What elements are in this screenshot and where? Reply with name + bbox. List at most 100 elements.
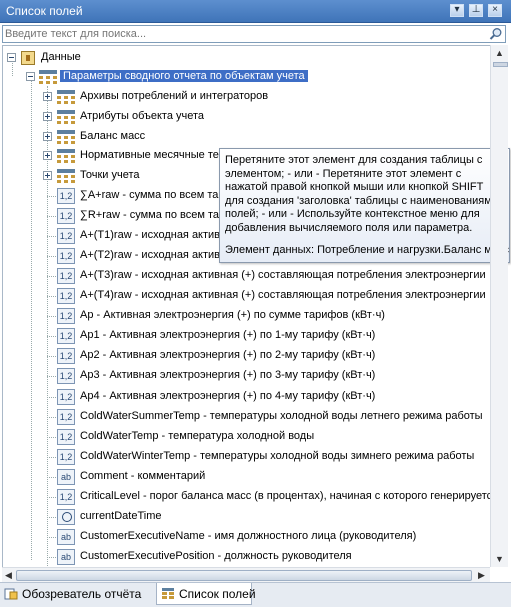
- tree-node-label: CustomerExecutivePosition - должность ру…: [80, 549, 352, 562]
- window-title: Список полей: [6, 4, 83, 18]
- tree-node-label: Comment - комментарий: [80, 469, 206, 482]
- tree-node-label: A+(T2)raw - исходная активн: [80, 249, 227, 262]
- expand-icon[interactable]: [43, 171, 52, 181]
- tree-node-label: Ap2 - Активная электроэнергия (+) по 2-м…: [80, 349, 376, 362]
- tooltip-description: Перетяните этот элемент для создания таб…: [225, 154, 498, 234]
- datasource-icon: [21, 51, 35, 65]
- tree-node-field[interactable]: 1,2 Ap3 - Активная электроэнергия (+) по …: [3, 366, 491, 386]
- expand-icon[interactable]: [43, 131, 52, 141]
- search-input[interactable]: [5, 27, 485, 41]
- horizontal-scrollbar[interactable]: ◀ ▶: [2, 567, 490, 582]
- tree-node-label: Баланс масс: [80, 129, 146, 142]
- tree-node-field[interactable]: 1,2 Ap - Активная электроэнергия (+) по с…: [3, 306, 491, 326]
- tab-report-explorer[interactable]: Обозреватель отчёта: [0, 583, 154, 605]
- numeric-field-icon: 1,2: [57, 328, 75, 345]
- tree-node-field[interactable]: 1,2 Ap1 - Активная электроэнергия (+) по …: [3, 326, 491, 346]
- numeric-field-icon: 1,2: [57, 448, 75, 465]
- tree-node-label: Ap4 - Активная электроэнергия (+) по 4-м…: [80, 389, 376, 402]
- dropdown-button[interactable]: ▾: [450, 4, 464, 17]
- table-icon: [57, 149, 75, 164]
- expand-icon[interactable]: [43, 111, 52, 121]
- tree-node-label: Ap1 - Активная электроэнергия (+) по 1-м…: [80, 329, 376, 342]
- tab-field-list[interactable]: Список полей: [156, 583, 256, 605]
- numeric-field-icon: 1,2: [57, 488, 75, 505]
- tree-node-field[interactable]: ab Comment - комментарий: [3, 467, 491, 487]
- collapse-icon[interactable]: [26, 72, 35, 81]
- tree-node-label: A+(T3)raw - исходная активная (+) состав…: [80, 269, 486, 282]
- tree-node-label: currentDateTime: [80, 509, 162, 522]
- drag-hint-tooltip: Перетяните этот элемент для создания таб…: [219, 148, 510, 263]
- numeric-field-icon: 1,2: [57, 188, 75, 204]
- pin-button[interactable]: ⊥: [469, 4, 483, 17]
- numeric-field-icon: 1,2: [57, 428, 75, 445]
- numeric-field-icon: 1,2: [57, 228, 75, 245]
- search-icon[interactable]: [489, 27, 504, 41]
- report-explorer-icon: [4, 588, 18, 600]
- close-button[interactable]: ×: [488, 4, 502, 17]
- close-icon: ×: [492, 4, 498, 15]
- panel-tabs: Обозреватель отчёта Список полей: [0, 582, 511, 607]
- tree-node-field[interactable]: 1,2 A+(T3)raw - исходная активная (+) сос…: [3, 266, 491, 286]
- tree-node-label: Параметры сводного отчета по объектам уч…: [60, 70, 308, 82]
- expand-icon[interactable]: [43, 92, 52, 101]
- tree-node-label: Ap - Активная электроэнергия (+) по сумм…: [80, 309, 385, 322]
- tree-node-field[interactable]: 1,2 A+(T4)raw - исходная активная (+) сос…: [3, 286, 491, 306]
- string-field-icon: ab: [57, 548, 75, 565]
- numeric-field-icon: 1,2: [57, 208, 75, 225]
- scrollbar-thumb[interactable]: [16, 570, 472, 581]
- tree-node-field[interactable]: ab CustomerExecutivePosition - должность …: [3, 547, 491, 567]
- tree-node-field[interactable]: 1,2 ColdWaterSummerTemp - температуры хол…: [3, 407, 491, 427]
- scroll-left-arrow-icon[interactable]: ◀: [2, 568, 15, 582]
- tree-node-label: A+(T4)raw - исходная активная (+) состав…: [80, 289, 486, 302]
- collapse-icon[interactable]: [7, 53, 16, 62]
- tree-node-label: Данные: [41, 51, 81, 63]
- table-icon: [39, 70, 57, 84]
- tree-node-label: ColdWaterTemp - температура холодной вод…: [80, 429, 315, 442]
- tree-node-label: ColdWaterSummerTemp - температуры холодн…: [80, 409, 483, 422]
- field-list-icon: [162, 588, 174, 599]
- tooltip-data-element: Элемент данных: Потребление и нагрузки.Б…: [225, 244, 509, 256]
- string-field-icon: ab: [57, 528, 75, 545]
- tree-node-label: Ap3 - Активная электроэнергия (+) по 3-м…: [80, 369, 376, 382]
- expand-icon[interactable]: [43, 151, 52, 161]
- vertical-scrollbar[interactable]: ▲ ▼: [490, 45, 508, 567]
- tree-node-folder[interactable]: Атрибуты объекта учета: [3, 107, 483, 127]
- tree-node-field[interactable]: 1,2 ColdWaterWinterTemp - температуры хол…: [3, 447, 491, 467]
- tree-node-label: Нормативные месячные тем: [80, 149, 227, 162]
- tree-node-label: ∑A+raw - сумма по всем тар: [80, 189, 225, 201]
- tree-node-field[interactable]: 1,2 ColdWaterTemp - температура холодной …: [3, 427, 491, 447]
- tree-node-label: A+(T1)raw - исходная активн: [80, 229, 227, 242]
- scroll-down-arrow-icon[interactable]: ▼: [491, 551, 508, 567]
- string-field-icon: ab: [57, 468, 75, 485]
- tree-node-label: CriticalLevel - порог баланса масс (в пр…: [80, 489, 491, 502]
- tree-node-field[interactable]: currentDateTime: [3, 507, 491, 527]
- numeric-field-icon: 1,2: [57, 408, 75, 425]
- clock-icon: [57, 508, 75, 525]
- tree-node-field[interactable]: ab CustomerExecutiveName - имя должностно…: [3, 527, 491, 547]
- tab-label: Обозреватель отчёта: [22, 587, 142, 601]
- scroll-right-arrow-icon[interactable]: ▶: [475, 568, 488, 582]
- table-icon: [57, 169, 75, 184]
- tab-label: Список полей: [179, 587, 256, 601]
- numeric-field-icon: 1,2: [57, 348, 75, 365]
- numeric-field-icon: 1,2: [57, 368, 75, 385]
- tree-node-field[interactable]: 1,2 Ap4 - Активная электроэнергия (+) по …: [3, 387, 491, 407]
- tree-node-root[interactable]: Данные: [3, 48, 483, 68]
- tree-node-label: Точки учета: [80, 169, 140, 182]
- tree-node-folder[interactable]: Архивы потреблений и интеграторов: [3, 87, 483, 107]
- dropdown-icon: ▾: [454, 4, 460, 15]
- field-tree: Данные Параметры сводного отчета по объе…: [2, 45, 491, 568]
- scroll-up-arrow-icon[interactable]: ▲: [491, 45, 508, 61]
- tree-node-folder[interactable]: Баланс масс: [3, 127, 483, 147]
- tree-node-field[interactable]: 1,2 Ap2 - Активная электроэнергия (+) по …: [3, 346, 491, 366]
- tree-node-field[interactable]: 1,2 CriticalLevel - порог баланса масс (в…: [3, 487, 491, 507]
- pin-icon: ⊥: [471, 4, 481, 15]
- scrollbar-thumb[interactable]: [493, 62, 508, 67]
- tree-node-selected[interactable]: Параметры сводного отчета по объектам уч…: [3, 67, 483, 87]
- numeric-field-icon: 1,2: [57, 308, 75, 325]
- tree-node-label: Архивы потреблений и интеграторов: [80, 90, 269, 102]
- numeric-field-icon: 1,2: [57, 268, 75, 285]
- search-box: [2, 25, 506, 43]
- tree-node-label: ColdWaterWinterTemp - температуры холодн…: [80, 449, 475, 462]
- table-icon: [57, 109, 75, 124]
